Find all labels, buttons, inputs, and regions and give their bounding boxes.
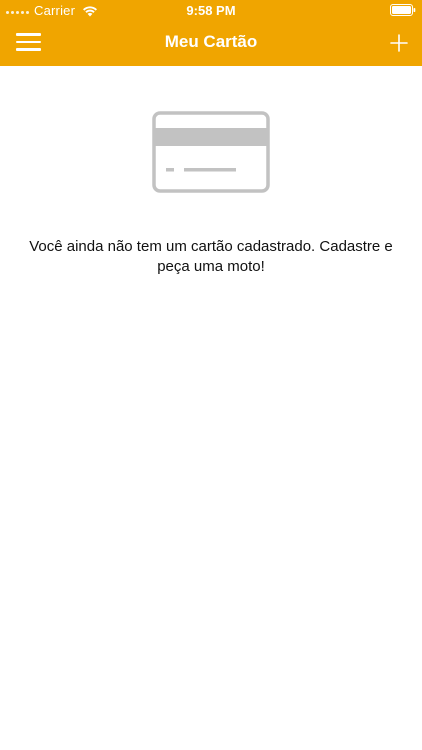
plus-icon xyxy=(390,34,408,52)
status-time: 9:58 PM xyxy=(186,3,236,18)
page-title: Meu Cartão xyxy=(164,32,258,51)
battery-icon xyxy=(390,4,416,16)
status-bar: Carrier 9:58 PM xyxy=(0,0,422,20)
add-card-button[interactable] xyxy=(388,32,410,54)
screen: Carrier 9:58 PM Meu Cartão Você ainda nã… xyxy=(0,0,422,750)
navigation-bar: Meu Cartão xyxy=(0,20,422,66)
credit-card-icon xyxy=(152,111,270,193)
empty-state-message: Você ainda não tem um cartão cadastrado.… xyxy=(29,238,393,275)
